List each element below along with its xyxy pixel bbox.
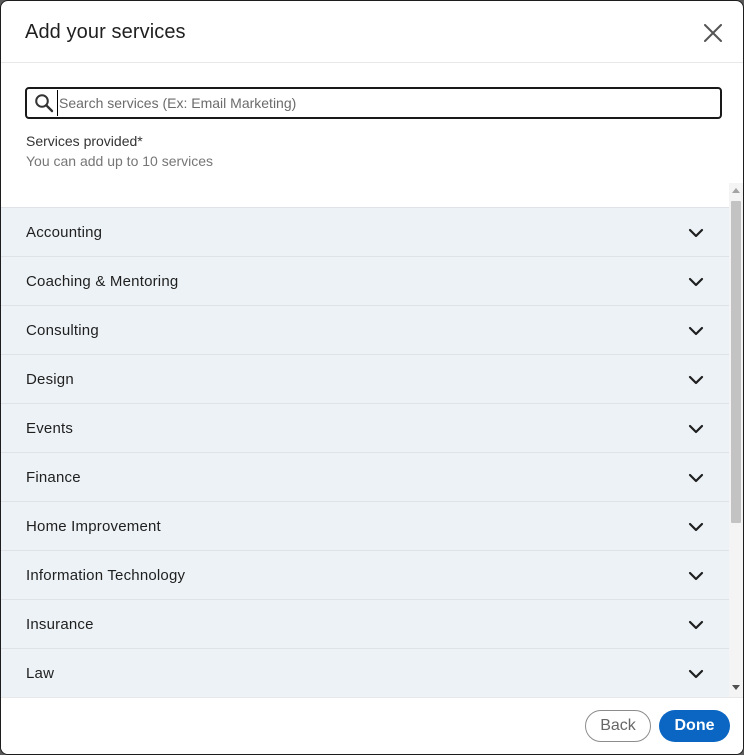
category-label: Information Technology: [26, 567, 186, 584]
category-label: Law: [26, 665, 55, 682]
dialog-title: Add your services: [25, 21, 186, 43]
chevron-down-icon[interactable]: [687, 275, 705, 289]
category-item[interactable]: Finance: [1, 452, 729, 501]
search-input[interactable]: [57, 90, 712, 116]
category-item[interactable]: Accounting: [1, 207, 729, 256]
dialog-header: Add your services: [1, 1, 743, 63]
category-label: Insurance: [26, 616, 94, 633]
chevron-down-icon[interactable]: [687, 324, 705, 338]
category-item[interactable]: Insurance: [1, 599, 729, 648]
services-hint: You can add up to 10 services: [26, 153, 214, 169]
add-services-dialog: Add your services Services provided* You…: [0, 0, 744, 755]
scrollbar-thumb[interactable]: [731, 201, 741, 523]
chevron-down-icon[interactable]: [687, 569, 705, 583]
scroll-up-arrow-icon[interactable]: [732, 187, 740, 193]
category-label: Accounting: [26, 224, 103, 241]
category-label: Home Improvement: [26, 518, 161, 535]
scrollbar[interactable]: [729, 183, 743, 697]
category-item[interactable]: Consulting: [1, 305, 729, 354]
category-label: Coaching & Mentoring: [26, 273, 179, 290]
category-item[interactable]: Design: [1, 354, 729, 403]
category-list-container: Accounting Coaching & Mentoring Consulting…: [1, 183, 743, 697]
category-label: Consulting: [26, 322, 99, 339]
chevron-down-icon[interactable]: [687, 373, 705, 387]
chevron-down-icon[interactable]: [687, 471, 705, 485]
chevron-down-icon[interactable]: [687, 226, 705, 240]
chevron-down-icon[interactable]: [687, 618, 705, 632]
chevron-down-icon[interactable]: [687, 667, 705, 681]
category-item[interactable]: Home Improvement: [1, 501, 729, 550]
chevron-down-icon[interactable]: [687, 520, 705, 534]
close-button[interactable]: [697, 17, 729, 49]
category-label: Events: [26, 420, 74, 437]
category-label: Design: [26, 371, 74, 388]
category-item[interactable]: Information Technology: [1, 550, 729, 599]
done-button[interactable]: Done: [659, 710, 730, 742]
back-button[interactable]: Back: [585, 710, 651, 742]
category-item[interactable]: Law: [1, 648, 729, 697]
category-label: Finance: [26, 469, 81, 486]
services-label: Services provided*: [26, 133, 143, 149]
scroll-down-arrow-icon[interactable]: [732, 685, 740, 691]
category-item[interactable]: Events: [1, 403, 729, 452]
chevron-down-icon[interactable]: [687, 422, 705, 436]
search-box: [25, 87, 722, 119]
close-icon: [704, 24, 722, 42]
search-icon: [35, 94, 54, 113]
category-list: Accounting Coaching & Mentoring Consulting…: [1, 207, 729, 697]
category-item[interactable]: Coaching & Mentoring: [1, 256, 729, 305]
dialog-footer: Back Done: [1, 697, 743, 754]
